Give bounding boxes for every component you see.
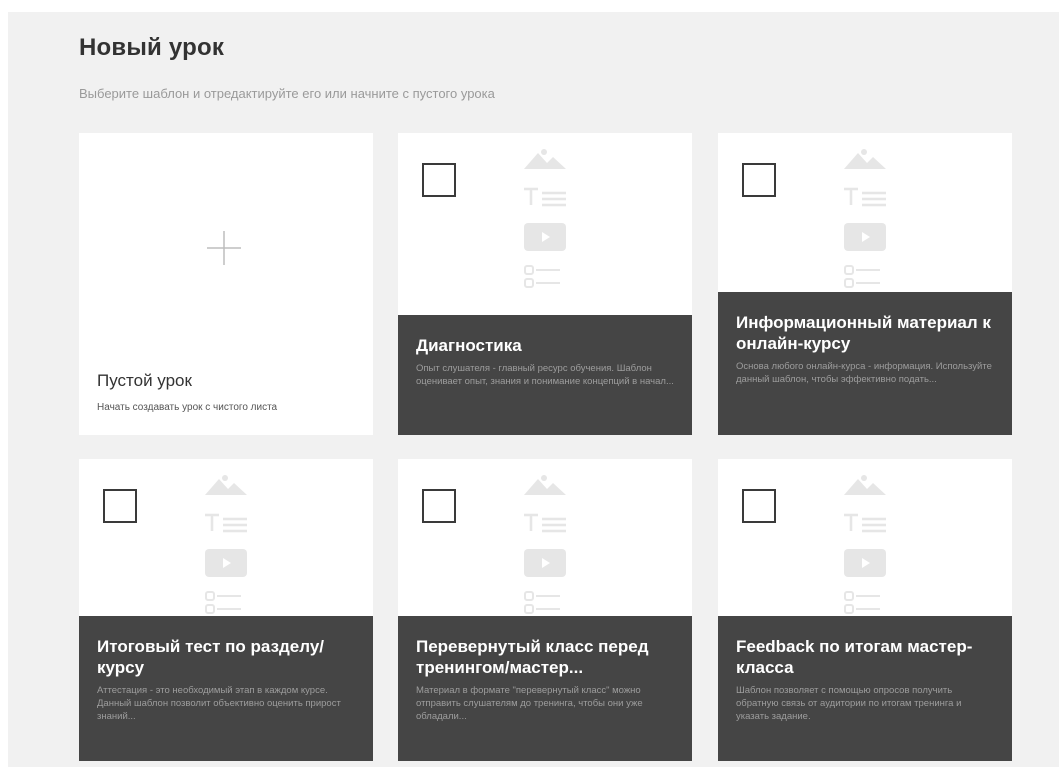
template-title: Информационный материал к онлайн-курсу	[736, 313, 991, 353]
checklist-icon	[524, 591, 560, 614]
template-info-band: Feedback по итогам мастер-класса Шаблон …	[718, 616, 1012, 761]
template-description: Аттестация - это необходимый этап в кажд…	[97, 685, 341, 722]
template-info-band: Информационный материал к онлайн-курсу О…	[718, 292, 1012, 435]
template-checkbox[interactable]	[742, 489, 776, 523]
image-icon	[524, 475, 566, 495]
template-card-final-test[interactable]: Итоговый тест по разделу/ курсу Аттестац…	[79, 459, 373, 761]
image-icon	[524, 149, 566, 169]
template-description: Опыт слушателя - главный ресурс обучения…	[416, 363, 674, 387]
template-description: Шаблон позволяет с помощью опросов получ…	[736, 685, 962, 722]
template-title: Диагностика	[416, 336, 522, 355]
checklist-icon	[205, 591, 241, 614]
text-icon	[524, 187, 566, 207]
template-checkbox[interactable]	[742, 163, 776, 197]
text-icon	[844, 513, 886, 533]
template-card-diagnostics[interactable]: Диагностика Опыт слушателя - главный рес…	[398, 133, 692, 435]
template-placeholder	[524, 475, 566, 614]
template-placeholder	[524, 149, 566, 288]
template-placeholder	[844, 475, 886, 614]
checklist-icon	[524, 265, 560, 288]
checklist-icon	[844, 265, 880, 288]
image-icon	[844, 475, 886, 495]
template-description: Материал в формате "перевернутый класс" …	[416, 685, 643, 722]
page-title: Новый урок	[79, 34, 225, 61]
image-icon	[844, 149, 886, 169]
template-description: Основа любого онлайн-курса - информация.…	[736, 361, 992, 385]
template-card-flipped-class[interactable]: Перевернутый класс перед тренингом/масте…	[398, 459, 692, 761]
template-info-band: Итоговый тест по разделу/ курсу Аттестац…	[79, 616, 373, 761]
template-placeholder	[205, 475, 247, 614]
template-card-info-material[interactable]: Информационный материал к онлайн-курсу О…	[718, 133, 1012, 435]
text-icon	[524, 513, 566, 533]
text-icon	[205, 513, 247, 533]
plus-icon	[207, 231, 241, 265]
image-icon	[205, 475, 247, 495]
template-title: Итоговый тест по разделу/ курсу	[97, 637, 325, 677]
template-checkbox[interactable]	[422, 489, 456, 523]
template-info-band: Перевернутый класс перед тренингом/масте…	[398, 616, 692, 761]
empty-lesson-description: Начать создавать урок с чистого листа	[97, 402, 278, 413]
new-lesson-page: Новый урок Выберите шаблон и отредактиру…	[8, 12, 1059, 767]
template-checkbox[interactable]	[103, 489, 137, 523]
page-subtitle: Выберите шаблон и отредактируйте его или…	[79, 86, 495, 101]
empty-lesson-card[interactable]: Пустой урок Начать создавать урок с чист…	[79, 133, 373, 435]
template-info-band: Диагностика Опыт слушателя - главный рес…	[398, 315, 692, 435]
empty-lesson-title: Пустой урок	[97, 371, 192, 390]
template-title: Feedback по итогам мастер-класса	[736, 637, 973, 677]
text-icon	[844, 187, 886, 207]
template-card-feedback[interactable]: Feedback по итогам мастер-класса Шаблон …	[718, 459, 1012, 761]
template-title: Перевернутый класс перед тренингом/масте…	[416, 637, 649, 677]
template-checkbox[interactable]	[422, 163, 456, 197]
checklist-icon	[844, 591, 880, 614]
template-placeholder	[844, 149, 886, 288]
